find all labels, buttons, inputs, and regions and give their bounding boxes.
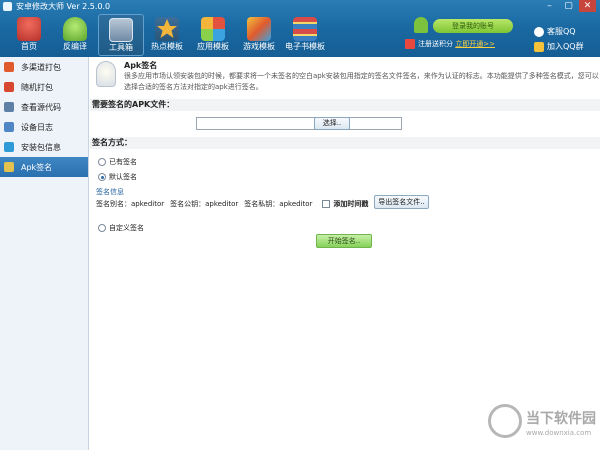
- custom-signature-label: 自定义签名: [109, 224, 144, 232]
- title-bar: 安卓修改大师 Ver 2.5.0.0 – ▢ ✕: [0, 0, 600, 13]
- signature-info-row: 签名别名：apkeditor 签名公钥：apkeditor 签名私钥：apked…: [96, 199, 368, 209]
- service-qq-label: 客服QQ: [547, 27, 576, 36]
- join-qq-group-link[interactable]: 加入QQ群: [534, 40, 594, 53]
- android-icon: [63, 17, 87, 41]
- multi-channel-icon: [4, 62, 14, 72]
- register-promo: 注册送积分 立即开通>>: [418, 39, 495, 49]
- timestamp-checkbox[interactable]: [322, 200, 331, 208]
- sidebar-item-label: 多渠道打包: [21, 62, 61, 72]
- register-now-link[interactable]: 立即开通>>: [455, 40, 495, 48]
- signature-info-label: 签名信息: [96, 188, 124, 196]
- sidebar-item-source-code[interactable]: 查看源代码: [0, 97, 88, 117]
- join-qq-group-label: 加入QQ群: [547, 42, 584, 51]
- signature-private-key: 签名私钥：apkeditor: [244, 200, 313, 208]
- nav-ebook-templates-label: 电子书模板: [285, 42, 325, 51]
- sidebar-item-label: 安装包信息: [21, 142, 61, 152]
- sidebar-item-device-log[interactable]: 设备日志: [0, 117, 88, 137]
- register-promo-text: 注册送积分: [418, 40, 453, 48]
- close-button[interactable]: ✕: [579, 0, 596, 12]
- sidebar-item-multi-channel[interactable]: 多渠道打包: [0, 57, 88, 77]
- timestamp-label: 添加时间戳: [333, 200, 369, 208]
- watermark-brand: 当下软件园: [526, 411, 596, 427]
- nav-hot-templates[interactable]: 热点模板: [144, 14, 190, 56]
- watermark-url: www.downxia.com: [526, 429, 592, 437]
- apk-file-section-label: 需要签名的APK文件：: [90, 99, 600, 111]
- account-panel: 登录我的账号 注册送积分 立即开通>>: [392, 15, 528, 54]
- sidebar-item-label: 设备日志: [21, 122, 53, 132]
- qq-links: 客服QQ 加入QQ群: [534, 25, 594, 55]
- app-header: 安卓修改大师 Ver 2.5.0.0 – ▢ ✕ 首页 反编译 工具箱 热点模板: [0, 0, 600, 57]
- nav-game-templates[interactable]: 游戏模板: [236, 14, 282, 56]
- feature-info: Apk签名 很多应用市场认领安装包的时候，都要求将一个未签名的空白apk安装包用…: [94, 59, 599, 95]
- device-log-icon: [4, 122, 14, 132]
- apps-icon: [201, 17, 225, 41]
- default-signature-radio[interactable]: [98, 173, 106, 181]
- game-icon: [247, 17, 271, 41]
- custom-signature-option[interactable]: 自定义签名: [98, 223, 144, 233]
- nav-ebook-templates[interactable]: 电子书模板: [282, 14, 328, 56]
- existing-signature-radio[interactable]: [98, 158, 106, 166]
- gift-icon: [405, 39, 415, 49]
- apk-path-input[interactable]: [196, 117, 402, 130]
- package-info-icon: [4, 142, 14, 152]
- nav-app-templates-label: 应用模板: [197, 42, 229, 51]
- default-signature-option[interactable]: 默认签名: [98, 172, 137, 182]
- app-logo-icon: [3, 2, 12, 11]
- nav-toolbox-label: 工具箱: [109, 43, 133, 52]
- window-title: 安卓修改大师 Ver 2.5.0.0: [16, 2, 111, 11]
- nav-app-templates[interactable]: 应用模板: [190, 14, 236, 56]
- random-pack-icon: [4, 82, 14, 92]
- home-icon: [17, 17, 41, 41]
- existing-signature-label: 已有签名: [109, 158, 137, 166]
- existing-signature-option[interactable]: 已有签名: [98, 157, 137, 167]
- nav-game-templates-label: 游戏模板: [243, 42, 275, 51]
- nav-home[interactable]: 首页: [6, 14, 52, 56]
- books-icon: [293, 17, 317, 41]
- sidebar-item-label: 查看源代码: [21, 102, 61, 112]
- page-title: Apk签名: [124, 61, 158, 70]
- custom-signature-radio[interactable]: [98, 224, 106, 232]
- default-signature-label: 默认签名: [109, 173, 137, 181]
- main-panel: Apk签名 很多应用市场认领安装包的时候，都要求将一个未签名的空白apk安装包用…: [90, 57, 600, 450]
- browse-button[interactable]: 选择..: [314, 117, 350, 130]
- watermark: 当下软件园 www.downxia.com: [488, 398, 598, 444]
- nav-home-label: 首页: [21, 42, 37, 51]
- nav-decompile-label: 反编译: [63, 42, 87, 51]
- sidebar-item-random-pack[interactable]: 随机打包: [0, 77, 88, 97]
- page-description: 很多应用市场认领安装包的时候，都要求将一个未签名的空白apk安装包用指定的签名文…: [124, 72, 599, 91]
- sidebar-item-package-info[interactable]: 安装包信息: [0, 137, 88, 157]
- start-signing-button[interactable]: 开始签名..: [316, 234, 372, 248]
- signature-public-key: 签名公钥：apkeditor: [170, 200, 239, 208]
- toolbox-icon: [109, 18, 133, 42]
- service-qq-link[interactable]: 客服QQ: [534, 25, 594, 38]
- source-code-icon: [4, 102, 14, 112]
- android-mascot-icon: [414, 17, 428, 33]
- export-signature-button[interactable]: 导出签名文件..: [374, 195, 429, 209]
- qq-penguin-icon: [534, 26, 544, 37]
- sidebar-item-label: Apk签名: [21, 162, 53, 172]
- sidebar: 多渠道打包 随机打包 查看源代码 设备日志 安装包信息 Apk签名: [0, 57, 89, 450]
- window-controls: – ▢ ✕: [541, 0, 596, 12]
- star-icon: [155, 17, 179, 41]
- qq-group-icon: [534, 41, 544, 52]
- sign-method-label: 签名方式：: [90, 137, 600, 149]
- maximize-button[interactable]: ▢: [560, 0, 577, 12]
- apk-sign-icon: [4, 162, 14, 172]
- login-button[interactable]: 登录我的账号: [433, 19, 513, 33]
- nav-hot-templates-label: 热点模板: [151, 42, 183, 51]
- downxia-logo-icon: [488, 404, 522, 438]
- sidebar-item-label: 随机打包: [21, 82, 53, 92]
- sidebar-item-apk-sign[interactable]: Apk签名: [0, 157, 88, 177]
- signature-alias: 签名别名：apkeditor: [96, 200, 165, 208]
- lightbulb-icon: [96, 61, 116, 87]
- nav-decompile[interactable]: 反编译: [52, 14, 98, 56]
- main-nav: 首页 反编译 工具箱 热点模板 应用模板 游戏模板 电子书模板: [6, 14, 328, 57]
- minimize-button[interactable]: –: [541, 0, 558, 12]
- nav-toolbox[interactable]: 工具箱: [98, 14, 144, 56]
